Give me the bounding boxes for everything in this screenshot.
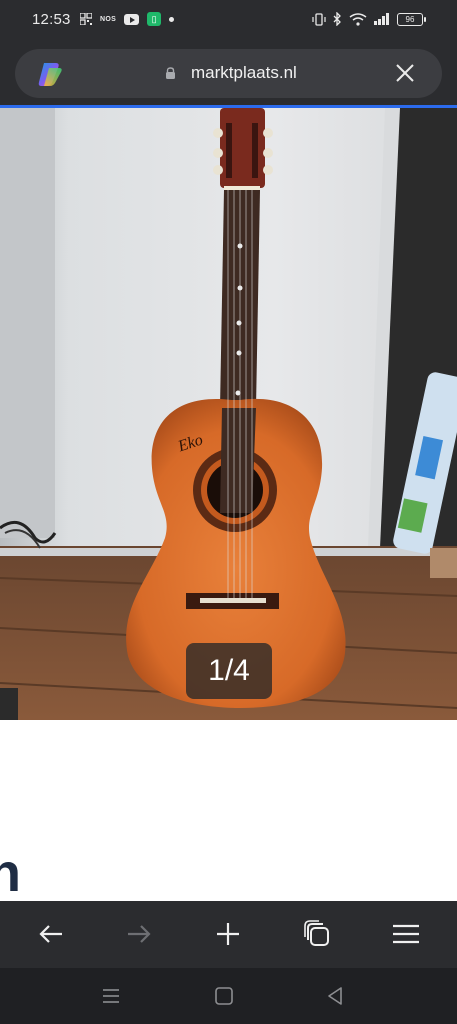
status-time: 12:53 [32, 11, 71, 28]
copilot-icon[interactable] [36, 60, 64, 88]
plus-icon[interactable] [212, 918, 244, 950]
battery-icon: 96 [397, 12, 426, 26]
back-arrow-icon[interactable] [35, 918, 67, 950]
wifi-icon [349, 12, 367, 26]
product-photo-guitar[interactable]: Eko [0, 108, 457, 720]
bluetooth-icon [333, 12, 341, 26]
home-icon[interactable] [213, 986, 235, 1006]
url-text[interactable]: marktplaats.nl [191, 63, 297, 83]
more-notifications-dot-icon [169, 16, 175, 22]
system-back-icon[interactable] [325, 986, 347, 1006]
close-icon[interactable] [394, 62, 416, 84]
notification-icons: NOS ▯ [80, 12, 175, 26]
recent-apps-icon[interactable] [100, 986, 122, 1006]
status-bar: 12:53 NOS ▯ 96 [0, 0, 457, 40]
system-status-icons: 96 [312, 12, 426, 26]
qr-code-icon [80, 13, 92, 25]
lock-icon [166, 67, 175, 79]
signal-icon [374, 13, 389, 25]
address-bar[interactable]: marktplaats.nl [15, 49, 442, 98]
vibrate-icon [312, 12, 326, 26]
system-navigation-bar [0, 968, 457, 1024]
nos-app-icon: NOS [100, 15, 117, 23]
forward-arrow-icon[interactable] [123, 918, 155, 950]
green-app-icon: ▯ [147, 12, 162, 26]
tabs-icon[interactable] [302, 918, 334, 950]
listing-title-fragment: n [0, 843, 21, 901]
youtube-icon [124, 13, 140, 25]
browser-toolbar [0, 901, 457, 968]
gallery-counter: 1/4 [186, 643, 272, 699]
page-content: n [0, 720, 457, 901]
hamburger-menu-icon[interactable] [390, 918, 422, 950]
